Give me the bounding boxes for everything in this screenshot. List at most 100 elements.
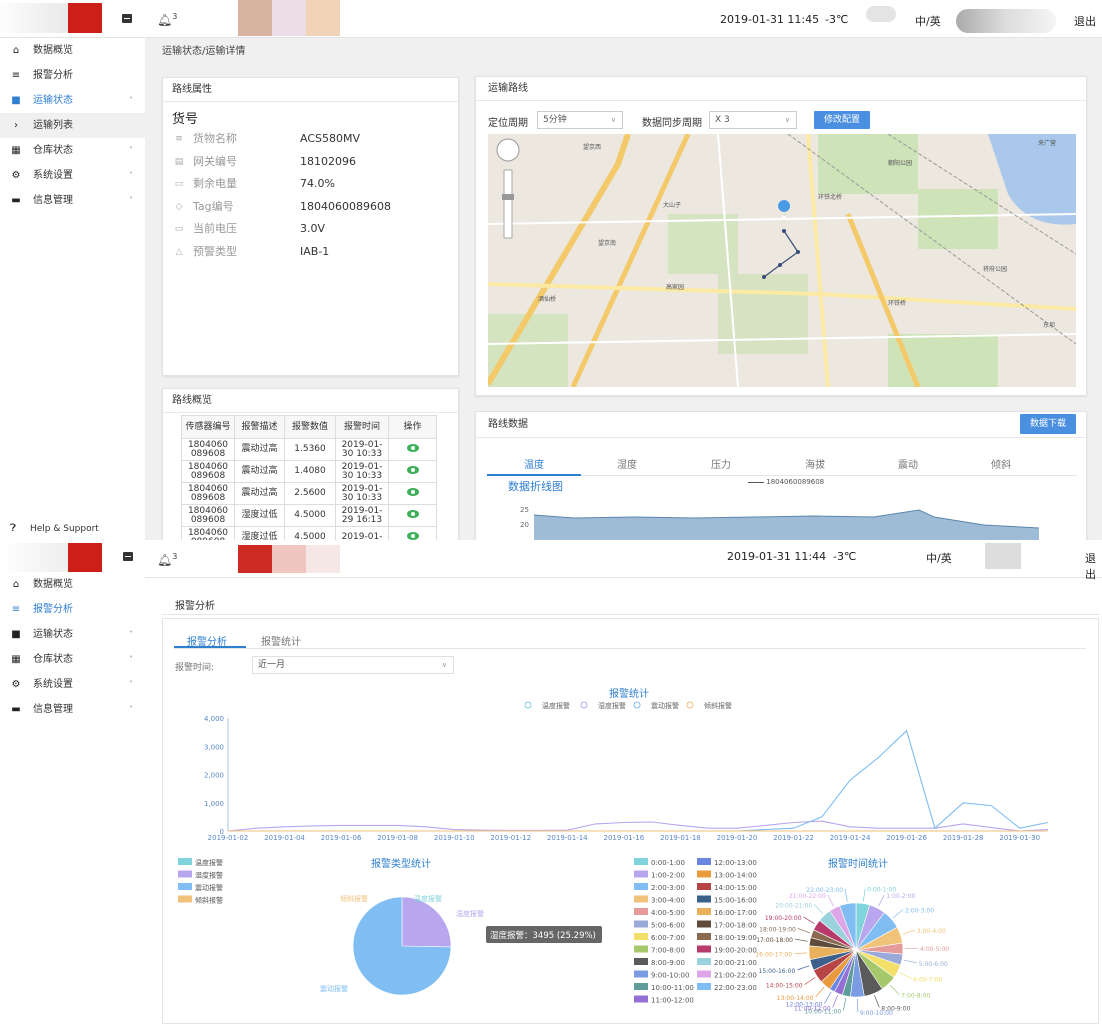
map-label: 环铁北桥 <box>818 194 843 201</box>
table-cell: 2019-01- <box>335 526 389 540</box>
sidebar-item-overview[interactable]: ⌂ 数据概览 <box>0 38 145 63</box>
chevron-down-icon: ˅ <box>129 171 133 180</box>
tooltip-text: 湿度报警：3495 (25.29%) <box>490 930 596 941</box>
avatar-swatch <box>238 0 272 36</box>
legend-swatch <box>697 908 711 915</box>
map-label: 高家园 <box>666 284 685 291</box>
x-tick-label: 2019-01-24 <box>830 834 871 842</box>
slice-label: 18:00-19:00 <box>759 926 796 933</box>
legend-swatch <box>178 895 192 903</box>
tab-temperature[interactable]: 温度 <box>524 456 544 471</box>
legend-swatch <box>697 958 711 965</box>
sidebar-item-label: 运输状态 <box>33 95 73 106</box>
view-eye-icon[interactable] <box>406 488 419 496</box>
legend-swatch <box>634 945 648 953</box>
home-icon: ⌂ <box>12 45 20 56</box>
logo <box>0 3 68 33</box>
x-tick-label: 2019-01-12 <box>490 834 531 842</box>
sidebar-item-warehouse[interactable]: ▦ 仓库状态 ˅ <box>0 138 145 163</box>
warehouse-icon: ▦ <box>11 145 21 156</box>
logout-link[interactable]: 退出 <box>1074 13 1096 29</box>
action-cell <box>388 460 437 483</box>
table-cell: 湿度过低 <box>234 504 285 527</box>
view-eye-icon[interactable] <box>406 510 419 518</box>
select-value: 5分钟 <box>543 115 567 125</box>
sidebar-item-info[interactable]: ▬ 信息管理 ˅ <box>0 188 145 213</box>
legend-swatch <box>634 970 648 978</box>
chevron-right-icon: › <box>14 120 18 131</box>
view-eye-icon[interactable] <box>406 444 419 452</box>
action-cell <box>388 526 437 540</box>
attribute-value: 1804060089608 <box>300 199 391 213</box>
view-eye-icon[interactable] <box>406 532 419 540</box>
locate-period-select[interactable]: 5分钟 ∨ <box>537 111 623 129</box>
legend-swatch <box>697 970 711 978</box>
sidebar-item-alarm-analysis[interactable]: ≡ 报警分析 <box>0 63 145 88</box>
table-row: 1804060 089608 湿度过低 4.5000 2019-01- 29 16:13 <box>181 504 437 527</box>
slice-label: 4:00-5:00 <box>920 946 949 953</box>
bell-icon: △ <box>175 246 183 257</box>
leader-line <box>797 965 810 971</box>
legend-label: 震动报警 <box>195 883 223 892</box>
slice-label: 5:00-6:00 <box>919 961 948 968</box>
legend-label: 温度报警 <box>542 701 570 710</box>
help-support-link[interactable]: ❓︎ Help & Support <box>0 518 145 540</box>
modify-config-button[interactable]: 修改配置 <box>814 111 870 129</box>
legend-swatch <box>178 870 192 878</box>
tab-tilt[interactable]: 倾斜 <box>991 456 1011 471</box>
attribute-row: △ 预警类型 IAB-1 <box>173 241 453 264</box>
route-attributes-panel: 路线属性 货号 ≡ 货物名称 ACS580MV ▤ 网关编号 18102096 ▭ 剩余电… <box>162 77 459 376</box>
gear-icon: ⚙︎ <box>11 170 21 181</box>
battery-icon: ▭ <box>174 179 184 190</box>
legend-label: 1:00-2:00 <box>651 872 685 880</box>
notification-bell-icon[interactable]: 🔔︎3 <box>157 12 177 27</box>
leader-line <box>794 952 808 955</box>
tab-pressure[interactable]: 压力 <box>711 456 731 471</box>
slice-label: 2:00-3:00 <box>905 908 934 915</box>
slice-label: 19:00-20:00 <box>765 915 802 922</box>
action-cell <box>388 504 437 527</box>
menu-toggle-icon[interactable] <box>122 14 132 23</box>
x-tick-label: 2019-01-18 <box>660 834 701 842</box>
panel-title: 路线属性 <box>163 78 458 102</box>
legend-label: 0:00-1:00 <box>651 859 685 867</box>
sidebar-item-label: 仓库状态 <box>33 145 73 156</box>
sidebar-item-settings[interactable]: ⚙︎ 系统设置 ˅ <box>0 163 145 188</box>
slice-label: 15:00-16:00 <box>759 968 796 975</box>
legend-swatch <box>634 895 648 903</box>
x-tick-label: 2019-01-30 <box>999 834 1040 842</box>
map-label: 东坝 <box>1043 322 1056 329</box>
table-cell: 湿度过低 <box>234 526 285 540</box>
legend-label: 2:00-3:00 <box>651 884 685 892</box>
legend-label: 1804060089608 <box>766 478 825 486</box>
line-chart-title: 数据折线图 <box>508 480 563 493</box>
map-label: 望京南 <box>598 240 617 247</box>
slice-label: 22:00-23:00 <box>806 887 843 894</box>
legend-label: 12:00-13:00 <box>714 859 757 867</box>
legend-label: 20:00-21:00 <box>714 959 757 967</box>
table-cell: 1804060089608 <box>181 438 235 461</box>
tab-humidity[interactable]: 湿度 <box>617 456 637 471</box>
x-tick-label: 2019-01-02 <box>208 834 249 842</box>
y-tick-label: 4,000 <box>204 715 224 723</box>
legend-label: 6:00-7:00 <box>651 934 685 942</box>
sync-period-select[interactable]: X 3 ∨ <box>709 111 797 129</box>
route-map[interactable]: 望京西 环铁北桥 环铁桥 望京南 将府公园 大山子 高家园 酒仙桥 朝阳公园 东… <box>488 134 1076 387</box>
y-tick-label: 20 <box>520 521 529 529</box>
sidebar-item-label: 信息管理 <box>33 195 73 206</box>
x-tick-label: 2019-01-10 <box>434 834 475 842</box>
sidebar-item-label: 报警分析 <box>33 70 73 81</box>
table-header-row: 传感器编号 报警描述 报警数值 报警时间 操作 <box>181 415 437 439</box>
language-switch[interactable]: 中/英 <box>915 13 941 29</box>
table-cell: 1.5360 <box>284 438 336 461</box>
sidebar-item-transport-status[interactable]: ■ 运输状态 ˄ <box>0 88 145 113</box>
sidebar-item-transport-list[interactable]: › 运输列表 <box>0 113 145 138</box>
column-header: 操作 <box>388 415 437 439</box>
tab-altitude[interactable]: 海拔 <box>805 456 825 471</box>
view-eye-icon[interactable] <box>406 466 419 474</box>
x-tick-label: 2019-01-20 <box>717 834 758 842</box>
logo-mark <box>68 3 102 33</box>
user-avatar[interactable] <box>956 9 1056 33</box>
tab-vibration[interactable]: 震动 <box>898 456 918 471</box>
download-data-button[interactable]: 数据下载 <box>1020 414 1076 434</box>
